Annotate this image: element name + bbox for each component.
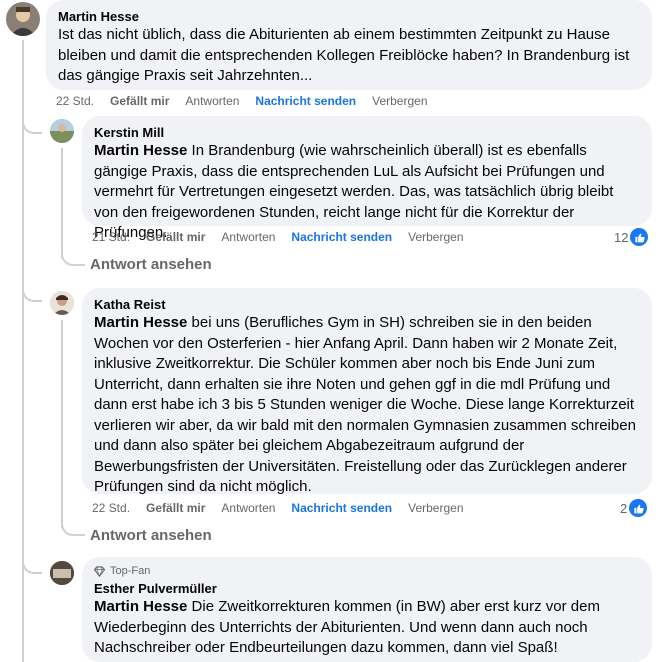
comment-author[interactable]: Kerstin Mill — [94, 124, 640, 141]
thread-line-reply-1 — [61, 148, 63, 258]
comment-text: Martin Hesse Die Zweitkorrekturen kommen… — [94, 597, 640, 659]
reply-button[interactable]: Antworten — [221, 230, 275, 244]
comment-actions: 22 Std. Gefällt mir Antworten Nachricht … — [92, 501, 480, 515]
reaction-summary[interactable]: 2 — [620, 499, 648, 517]
avatar[interactable] — [50, 291, 74, 315]
like-button[interactable]: Gefällt mir — [146, 501, 205, 515]
thread-curve-1 — [22, 120, 42, 134]
comment-author[interactable]: Martin Hesse — [58, 8, 640, 25]
mention-link[interactable]: Martin Hesse — [94, 142, 187, 159]
thread-line-reply-2 — [61, 320, 63, 528]
avatar[interactable] — [50, 119, 74, 143]
like-icon — [629, 499, 648, 517]
thread-curve-1b — [61, 248, 85, 266]
reaction-count: 12 — [614, 229, 629, 245]
thread-curve-2b — [61, 518, 85, 536]
like-button[interactable]: Gefällt mir — [146, 230, 205, 244]
thread-curve-2 — [22, 288, 42, 302]
diamond-icon — [94, 565, 105, 577]
like-button[interactable]: Gefällt mir — [110, 94, 169, 108]
top-fan-label: Top-Fan — [110, 565, 151, 577]
comment-bubble: Top-Fan Esther Pulvermüller Martin Hesse… — [82, 557, 652, 662]
comment-time[interactable]: 21 Std. — [92, 230, 130, 244]
hide-button[interactable]: Verbergen — [408, 501, 463, 515]
comment-bubble: Katha Reist Martin Hesse bei uns (Berufl… — [82, 288, 652, 495]
avatar[interactable] — [6, 2, 40, 36]
comment-bubble: Kerstin Mill Martin Hesse In Brandenburg… — [82, 116, 652, 241]
reaction-summary[interactable]: 12 — [614, 228, 649, 246]
hide-button[interactable]: Verbergen — [372, 94, 427, 108]
comment-actions: 22 Std. Gefällt mir Antworten Nachricht … — [56, 94, 444, 108]
like-icon — [630, 228, 649, 246]
comment-text: Ist das nicht üblich, dass die Abiturien… — [58, 26, 630, 84]
see-replies-link[interactable]: Antwort ansehen — [90, 256, 212, 273]
reply-button[interactable]: Antworten — [185, 94, 239, 108]
comment-author[interactable]: Katha Reist — [94, 296, 640, 313]
mention-link[interactable]: Martin Hesse — [94, 598, 187, 615]
send-message-button[interactable]: Nachricht senden — [291, 230, 392, 244]
comment-body: bei uns (Berufliches Gym in SH) schreibe… — [94, 314, 636, 495]
avatar[interactable] — [50, 561, 74, 585]
hide-button[interactable]: Verbergen — [408, 230, 463, 244]
reaction-count: 2 — [620, 500, 628, 516]
comment-time[interactable]: 22 Std. — [56, 94, 94, 108]
mention-link[interactable]: Martin Hesse — [94, 314, 187, 331]
comment-text: Martin Hesse In Brandenburg (wie wahrsch… — [94, 141, 640, 244]
send-message-button[interactable]: Nachricht senden — [291, 501, 392, 515]
comment-author[interactable]: Esther Pulvermüller — [94, 580, 640, 597]
reply-button[interactable]: Antworten — [221, 501, 275, 515]
top-fan-badge: Top-Fan — [94, 565, 640, 577]
comment-actions: 21 Std. Gefällt mir Antworten Nachricht … — [92, 230, 480, 244]
thread-curve-3 — [22, 560, 42, 574]
comment-time[interactable]: 22 Std. — [92, 501, 130, 515]
comment-bubble: Martin Hesse Ist das nicht üblich, dass … — [46, 0, 652, 90]
comment-text: Martin Hesse bei uns (Berufliches Gym in… — [94, 313, 640, 498]
send-message-button[interactable]: Nachricht senden — [255, 94, 356, 108]
see-replies-link[interactable]: Antwort ansehen — [90, 527, 212, 544]
